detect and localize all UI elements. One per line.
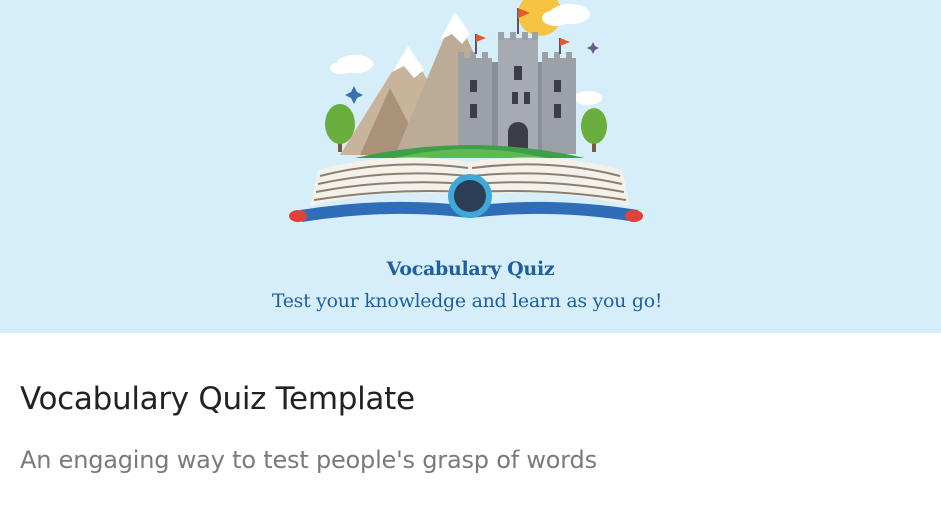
tree-icon xyxy=(581,108,607,152)
cloud-icon xyxy=(330,55,373,74)
template-banner[interactable]: Vocabulary Quiz Test your knowledge and … xyxy=(0,0,941,333)
sparkle-icon xyxy=(587,42,599,54)
cloud-icon xyxy=(574,91,602,105)
open-book-castle-illustration xyxy=(289,0,643,222)
template-title[interactable]: Vocabulary Quiz Template xyxy=(20,381,415,417)
template-description: An engaging way to test people's grasp o… xyxy=(20,446,597,474)
castle-icon xyxy=(458,8,576,154)
template-card[interactable]: Vocabulary Quiz Test your knowledge and … xyxy=(0,0,941,506)
open-book-icon xyxy=(289,157,643,222)
sparkle-icon xyxy=(345,86,363,104)
banner-title: Vocabulary Quiz xyxy=(386,258,555,280)
banner-subtitle: Test your knowledge and learn as you go! xyxy=(271,290,663,312)
